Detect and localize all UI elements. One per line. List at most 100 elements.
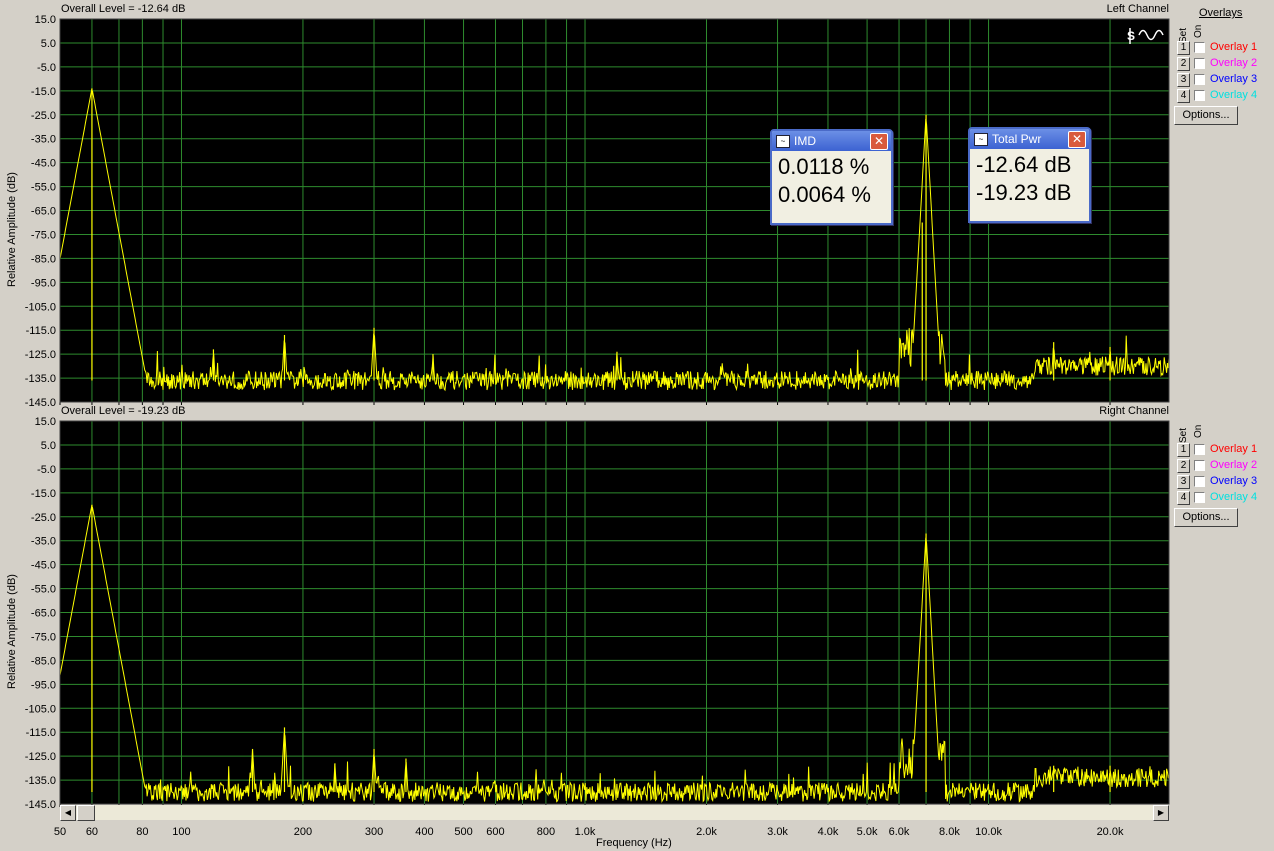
scroll-left-arrow-icon[interactable]: ◀ [60, 805, 76, 821]
total-pwr-meter-window[interactable]: ~ Total Pwr ✕ -12.64 dB -19.23 dB [968, 127, 1091, 223]
right-y-tick-label: -15.0 [31, 488, 56, 500]
overall-level-top: Overall Level = -12.64 dB [61, 3, 186, 15]
top-overlay-on-checkbox-3[interactable] [1194, 74, 1205, 85]
options-button-bottom[interactable]: Options... [1174, 508, 1238, 527]
left-y-tick-label: -115.0 [26, 325, 56, 337]
top-overlay-set-button-1[interactable]: 1 [1177, 41, 1190, 55]
right-y-tick-label: -5.0 [37, 464, 56, 476]
bottom-overlay-set-button-4[interactable]: 4 [1177, 491, 1190, 505]
x-axis-label: Frequency (Hz) [596, 837, 672, 849]
meter-icon: ~ [974, 133, 988, 146]
right-y-tick-label: -45.0 [31, 560, 56, 572]
left-y-tick-label: -135.0 [25, 373, 56, 385]
right-y-tick-label: -35.0 [31, 536, 56, 548]
bottom-overlay-label-2: Overlay 2 [1210, 459, 1258, 471]
left-y-tick-label: -125.0 [25, 349, 56, 361]
overall-level-bottom: Overall Level = -19.23 dB [61, 405, 186, 417]
x-tick-label: 600 [486, 826, 504, 838]
top-overlay-set-button-4[interactable]: 4 [1177, 89, 1190, 103]
imd-title-bar[interactable]: ~ IMD ✕ [772, 131, 891, 151]
x-tick-label: 10.0k [975, 826, 1002, 838]
left-y-tick-label: -55.0 [31, 182, 56, 194]
top-overlay-set-button-2[interactable]: 2 [1177, 57, 1190, 71]
right-y-tick-label: -85.0 [31, 655, 56, 667]
right-y-tick-label: -65.0 [31, 608, 56, 620]
right-y-tick-label: -75.0 [31, 631, 56, 643]
left-y-tick-label: -65.0 [31, 206, 56, 218]
bottom-overlay-label-3: Overlay 3 [1210, 475, 1258, 487]
right-y-tick-label: -105.0 [25, 703, 56, 715]
x-tick-label: 5.0k [857, 826, 878, 838]
right-y-tick-label: -25.0 [31, 512, 56, 524]
left-y-tick-label: -145.0 [25, 397, 56, 409]
on-column-label-bottom: On [1193, 424, 1204, 438]
top-overlay-on-checkbox-4[interactable] [1194, 90, 1205, 101]
top-overlay-label-3: Overlay 3 [1210, 73, 1258, 85]
svg-text:S: S [1127, 29, 1135, 43]
top-overlay-label-1: Overlay 1 [1210, 41, 1258, 53]
channel-label-top: Left Channel [1106, 3, 1169, 15]
bottom-overlay-set-button-3[interactable]: 3 [1177, 475, 1190, 489]
left-y-tick-label: -85.0 [31, 253, 56, 265]
total-pwr-title-bar[interactable]: ~ Total Pwr ✕ [970, 129, 1089, 149]
bottom-overlay-set-button-1[interactable]: 1 [1177, 443, 1190, 457]
bottom-overlay-label-1: Overlay 1 [1210, 443, 1258, 455]
right-y-tick-label: 15.0 [35, 416, 56, 428]
options-button-top[interactable]: Options... [1174, 106, 1238, 125]
sine-wave-icon[interactable]: S [1124, 24, 1168, 46]
imd-value-left: 0.0118 % [778, 154, 870, 179]
close-icon[interactable]: ✕ [1068, 131, 1086, 148]
bottom-overlay-set-button-2[interactable]: 2 [1177, 459, 1190, 473]
left-y-tick-label: 5.0 [41, 38, 56, 50]
x-tick-label: 3.0k [767, 826, 788, 838]
set-column-label-bottom: Set [1178, 427, 1189, 443]
x-tick-label: 500 [454, 826, 472, 838]
total-pwr-value-right: -19.23 dB [976, 180, 1072, 205]
bottom-overlay-on-checkbox-1[interactable] [1194, 444, 1205, 455]
x-tick-label: 2.0k [696, 826, 717, 838]
frequency-scrollbar[interactable]: ◀ ▶ [60, 805, 1169, 821]
channel-label-bottom: Right Channel [1099, 405, 1169, 417]
right-y-tick-label: -125.0 [25, 751, 56, 763]
bottom-overlay-on-checkbox-3[interactable] [1194, 476, 1205, 487]
x-tick-label: 4.0k [818, 826, 839, 838]
scroll-thumb[interactable] [77, 805, 95, 821]
on-column-label: On [1193, 24, 1204, 38]
x-tick-label: 400 [415, 826, 433, 838]
imd-value-right: 0.0064 % [778, 182, 871, 207]
total-pwr-title: Total Pwr [992, 132, 1042, 146]
x-tick-label: 100 [172, 826, 190, 838]
close-icon[interactable]: ✕ [870, 133, 888, 150]
left-y-tick-label: -35.0 [31, 134, 56, 146]
x-tick-label: 200 [294, 826, 312, 838]
right-y-tick-label: 5.0 [41, 440, 56, 452]
left-y-tick-label: -25.0 [31, 110, 56, 122]
right-y-tick-label: -135.0 [25, 775, 56, 787]
imd-meter-window[interactable]: ~ IMD ✕ 0.0118 % 0.0064 % [770, 129, 893, 225]
x-tick-label: 20.0k [1097, 826, 1124, 838]
x-tick-label: 300 [365, 826, 383, 838]
top-overlay-set-button-3[interactable]: 3 [1177, 73, 1190, 87]
left-y-tick-label: -75.0 [31, 229, 56, 241]
top-overlay-label-4: Overlay 4 [1210, 89, 1258, 101]
ylabel-bottom: Relative Amplitude (dB) [6, 574, 18, 689]
meter-icon: ~ [776, 135, 790, 148]
top-overlay-on-checkbox-1[interactable] [1194, 42, 1205, 53]
total-pwr-value-left: -12.64 dB [976, 152, 1072, 177]
top-overlay-on-checkbox-2[interactable] [1194, 58, 1205, 69]
bottom-overlay-on-checkbox-4[interactable] [1194, 492, 1205, 503]
left-y-tick-label: -5.0 [37, 62, 56, 74]
ylabel-top: Relative Amplitude (dB) [6, 172, 18, 287]
left-y-tick-label: -95.0 [31, 277, 56, 289]
x-tick-label: 6.0k [889, 826, 910, 838]
overlays-title: Overlays [1199, 7, 1243, 19]
x-tick-label: 80 [136, 826, 148, 838]
top-overlay-label-2: Overlay 2 [1210, 57, 1258, 69]
x-tick-label: 800 [537, 826, 555, 838]
bottom-overlay-on-checkbox-2[interactable] [1194, 460, 1205, 471]
right-y-tick-label: -145.0 [25, 799, 56, 811]
left-y-tick-label: -15.0 [31, 86, 56, 98]
bottom-overlay-label-4: Overlay 4 [1210, 491, 1258, 503]
right-y-tick-label: -55.0 [31, 584, 56, 596]
scroll-right-arrow-icon[interactable]: ▶ [1153, 805, 1169, 821]
